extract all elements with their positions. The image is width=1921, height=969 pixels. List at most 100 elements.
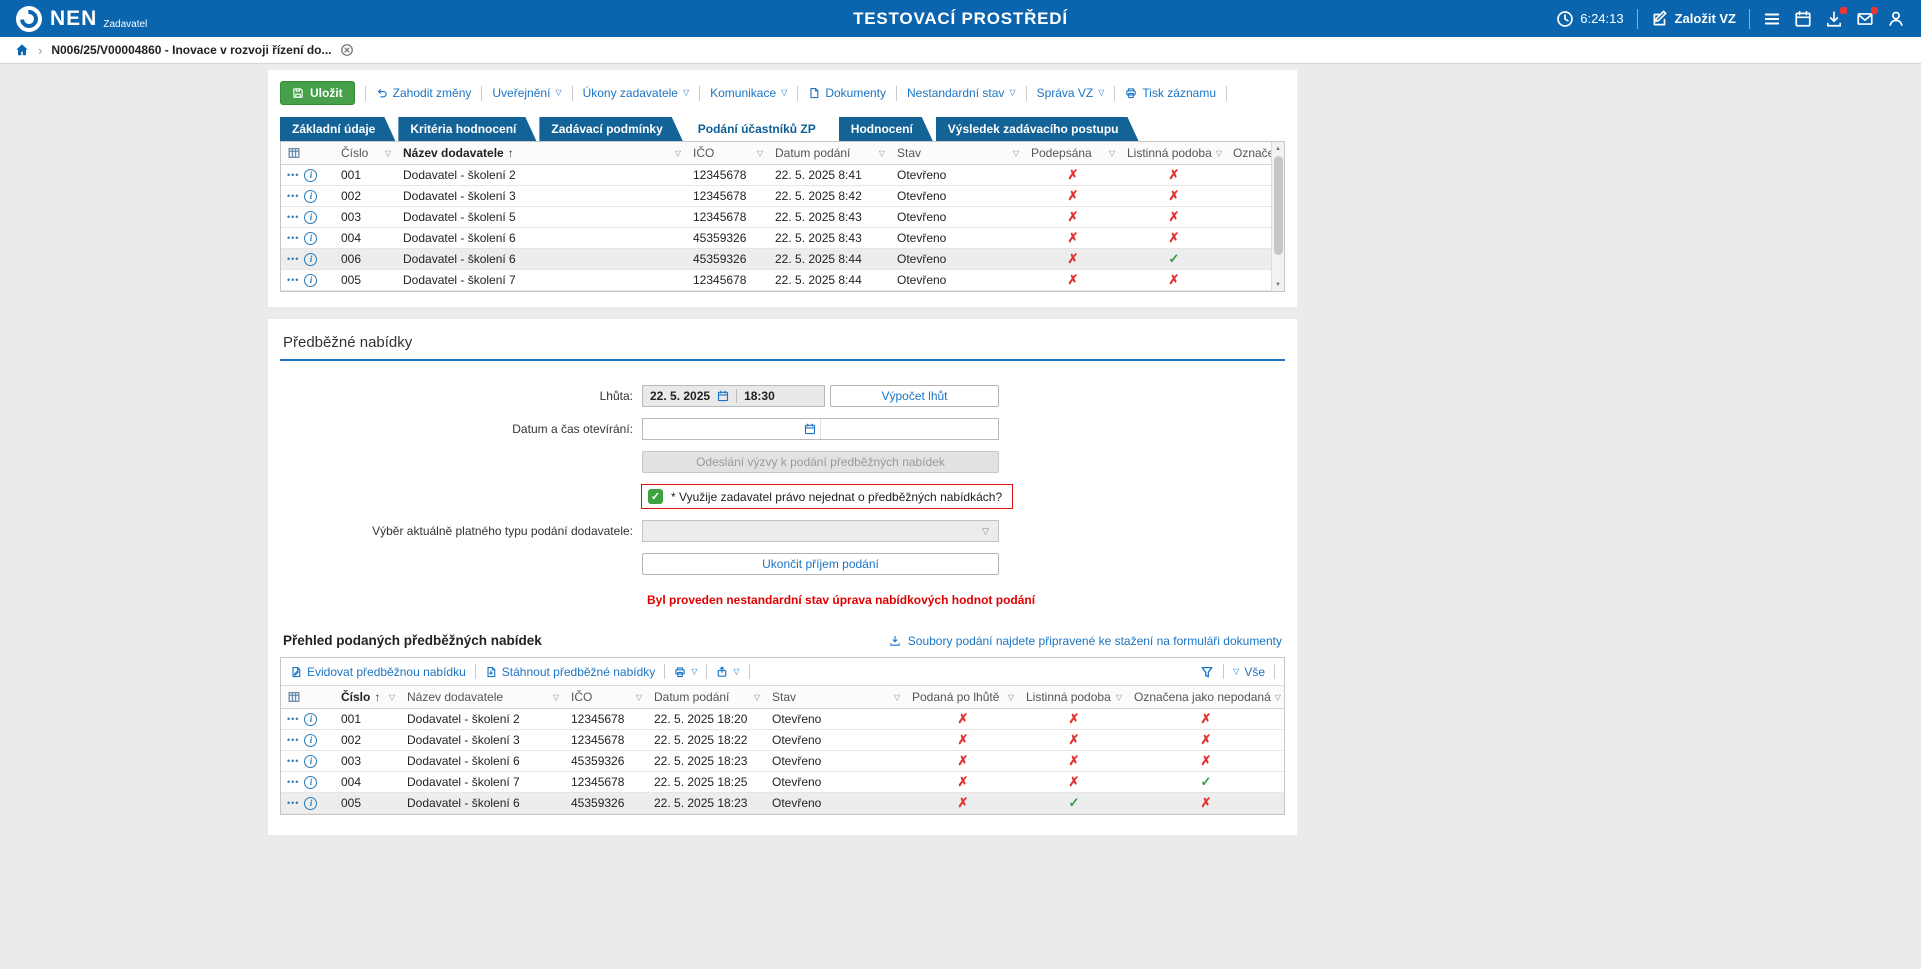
column-settings-button[interactable] xyxy=(281,142,335,164)
participant-row[interactable]: ••• i 002 Dodavatel - školení 3 12345678… xyxy=(281,186,1284,207)
tab-podani-ucastniku[interactable]: Podání účastníků ZP xyxy=(686,117,836,141)
participant-row[interactable]: ••• i 005 Dodavatel - školení 7 12345678… xyxy=(281,270,1284,291)
filter-icon[interactable]: ▽ xyxy=(1216,149,1222,158)
scroll-up-button[interactable]: ▲ xyxy=(1272,142,1284,155)
column-header-number[interactable]: Číslo ↑ ▽ xyxy=(335,686,401,708)
vz-admin-menu[interactable]: Správa VZ ▽ xyxy=(1037,86,1105,100)
row-menu-icon[interactable]: ••• xyxy=(287,212,299,222)
download-bids-button[interactable]: Stáhnout předběžné nabídky xyxy=(485,665,655,679)
tab-vysledek[interactable]: Výsledek zadávacího postupu xyxy=(936,117,1139,141)
tab-kriteria-hodnoceni[interactable]: Kritéria hodnocení xyxy=(398,117,536,141)
messages-button[interactable] xyxy=(1856,10,1874,28)
compute-deadlines-button[interactable]: Výpočet lhůt xyxy=(830,385,999,407)
column-header-state[interactable]: Stav ▽ xyxy=(891,142,1025,164)
documents-link[interactable]: Dokumenty xyxy=(808,86,886,100)
filter-icon[interactable]: ▽ xyxy=(389,693,395,702)
row-menu-icon[interactable]: ••• xyxy=(287,275,299,285)
bid-row[interactable]: ••• i 002 Dodavatel - školení 3 12345678… xyxy=(281,730,1284,751)
publication-menu[interactable]: Uveřejnění ▽ xyxy=(492,86,561,100)
end-receipt-button[interactable]: Ukončit příjem podání xyxy=(642,553,999,575)
filter-icon[interactable]: ▽ xyxy=(1116,693,1122,702)
column-header-date[interactable]: Datum podání ▽ xyxy=(648,686,766,708)
create-vz-button[interactable]: Založit VZ xyxy=(1651,10,1736,28)
column-header-supplier[interactable]: Název dodavatele ↑ ▽ xyxy=(397,142,687,164)
menu-button[interactable] xyxy=(1763,10,1781,28)
info-icon[interactable]: i xyxy=(304,211,317,224)
column-header-supplier[interactable]: Název dodavatele ▽ xyxy=(401,686,565,708)
communication-menu[interactable]: Komunikace ▽ xyxy=(710,86,787,100)
downloads-button[interactable] xyxy=(1825,10,1843,28)
info-icon[interactable]: i xyxy=(304,755,317,768)
info-icon[interactable]: i xyxy=(304,253,317,266)
filter-button[interactable] xyxy=(1200,665,1214,679)
calendar-button[interactable] xyxy=(1794,10,1812,28)
nonstandard-state-menu[interactable]: Nestandardní stav ▽ xyxy=(907,86,1016,100)
filter-icon[interactable]: ▽ xyxy=(1013,149,1019,158)
info-icon[interactable]: i xyxy=(304,776,317,789)
tab-hodnoceni[interactable]: Hodnocení xyxy=(839,117,933,141)
discard-changes-link[interactable]: Zahodit změny xyxy=(376,86,472,100)
filter-icon[interactable]: ▽ xyxy=(553,693,559,702)
scroll-down-button[interactable]: ▼ xyxy=(1272,278,1284,291)
scrollbar-thumb[interactable] xyxy=(1274,156,1283,255)
filter-icon[interactable]: ▽ xyxy=(385,149,391,158)
column-settings-button[interactable] xyxy=(281,686,335,708)
bid-row[interactable]: ••• i 004 Dodavatel - školení 7 12345678… xyxy=(281,772,1284,793)
tab-zakladni-udaje[interactable]: Základní údaje xyxy=(280,117,395,141)
info-icon[interactable]: i xyxy=(304,734,317,747)
column-header-paper[interactable]: Listinná podoba ▽ xyxy=(1121,142,1227,164)
info-icon[interactable]: i xyxy=(304,190,317,203)
register-bid-button[interactable]: Evidovat předběžnou nabídku xyxy=(290,665,466,679)
info-icon[interactable]: i xyxy=(304,713,317,726)
calendar-icon[interactable] xyxy=(717,390,729,402)
row-menu-icon[interactable]: ••• xyxy=(287,735,299,745)
bid-row[interactable]: ••• i 005 Dodavatel - školení 6 45359326… xyxy=(281,793,1284,814)
opening-date-input[interactable] xyxy=(643,419,821,439)
row-menu-icon[interactable]: ••• xyxy=(287,254,299,264)
export-menu[interactable]: ▽ xyxy=(716,666,739,678)
contracting-actions-menu[interactable]: Úkony zadavatele ▽ xyxy=(583,86,690,100)
calendar-icon[interactable] xyxy=(804,423,816,435)
column-header-number[interactable]: Číslo ▽ xyxy=(335,142,397,164)
participant-row[interactable]: ••• i 003 Dodavatel - školení 5 12345678… xyxy=(281,207,1284,228)
column-header-signed[interactable]: Podepsána ▽ xyxy=(1025,142,1121,164)
bid-row[interactable]: ••• i 003 Dodavatel - školení 6 45359326… xyxy=(281,751,1284,772)
print-menu[interactable]: ▽ xyxy=(674,666,697,678)
opening-datetime-field[interactable] xyxy=(642,418,999,440)
home-icon[interactable] xyxy=(15,43,29,57)
row-menu-icon[interactable]: ••• xyxy=(287,233,299,243)
info-icon[interactable]: i xyxy=(304,274,317,287)
scrollbar-track[interactable] xyxy=(1272,155,1284,278)
filter-icon[interactable]: ▽ xyxy=(675,149,681,158)
filter-icon[interactable]: ▽ xyxy=(1109,149,1115,158)
tab-zadavaci-podminky[interactable]: Zadávací podmínky xyxy=(539,117,682,141)
info-icon[interactable]: i xyxy=(304,797,317,810)
filter-preset-select[interactable]: ▽ Vše xyxy=(1233,665,1265,679)
filter-icon[interactable]: ▽ xyxy=(894,693,900,702)
bid-row[interactable]: ••• i 001 Dodavatel - školení 2 12345678… xyxy=(281,709,1284,730)
table-scrollbar[interactable]: ▲ ▼ xyxy=(1271,142,1284,291)
breadcrumb-item[interactable]: N006/25/V00004860 - Inovace v rozvoji ří… xyxy=(51,43,331,57)
info-icon[interactable]: i xyxy=(304,169,317,182)
column-header-ico[interactable]: IČO ▽ xyxy=(687,142,769,164)
save-button[interactable]: Uložit xyxy=(280,81,355,105)
filter-icon[interactable]: ▽ xyxy=(754,693,760,702)
column-header-ico[interactable]: IČO ▽ xyxy=(565,686,648,708)
submission-files-link[interactable]: Soubory podání najdete připravené ke sta… xyxy=(889,634,1282,648)
user-button[interactable] xyxy=(1887,10,1905,28)
filter-icon[interactable]: ▽ xyxy=(757,149,763,158)
column-header-state[interactable]: Stav ▽ xyxy=(766,686,906,708)
print-record-link[interactable]: Tisk záznamu xyxy=(1125,86,1216,100)
row-menu-icon[interactable]: ••• xyxy=(287,777,299,787)
row-menu-icon[interactable]: ••• xyxy=(287,170,299,180)
filter-icon[interactable]: ▽ xyxy=(879,149,885,158)
participant-row[interactable]: ••• i 001 Dodavatel - školení 2 12345678… xyxy=(281,165,1284,186)
column-header-paper[interactable]: Listinná podoba ▽ xyxy=(1020,686,1128,708)
info-icon[interactable]: i xyxy=(304,232,317,245)
row-menu-icon[interactable]: ••• xyxy=(287,714,299,724)
participant-row[interactable]: ••• i 006 Dodavatel - školení 6 45359326… xyxy=(281,249,1284,270)
filter-icon[interactable]: ▽ xyxy=(636,693,642,702)
deadline-field[interactable]: 22. 5. 2025 18:30 xyxy=(642,385,825,407)
filter-icon[interactable]: ▽ xyxy=(1008,693,1014,702)
participant-row[interactable]: ••• i 004 Dodavatel - školení 6 45359326… xyxy=(281,228,1284,249)
